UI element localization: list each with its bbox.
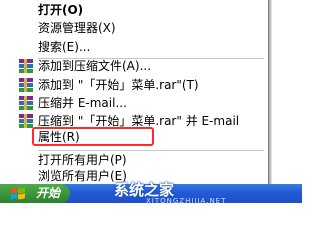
- menu-item-search[interactable]: 搜索(E)...: [4, 38, 268, 56]
- winrar-archive-icon: [19, 59, 33, 73]
- menu-item-explorer[interactable]: 资源管理器(X): [4, 19, 268, 37]
- menu-item-open[interactable]: 打开(O): [4, 1, 268, 19]
- watermark-subtext: XITONGZHIJIA.NET: [146, 197, 227, 205]
- windows-logo-icon: [11, 187, 25, 200]
- menu-item-label: 打开(O): [38, 3, 84, 17]
- highlight-box: [32, 127, 154, 146]
- start-label: 开始: [36, 186, 61, 200]
- menu-item-add-to-rar[interactable]: 添加到 "「开始」菜单.rar"(T): [4, 76, 268, 94]
- context-menu: 打开(O) 资源管理器(X) 搜索(E)... 添加到压缩文件(A)... 添加…: [4, 0, 269, 184]
- menu-item-label: 压缩并 E-mail...: [38, 96, 127, 110]
- menu-item-label: 添加到 "「开始」菜单.rar"(T): [38, 78, 199, 92]
- winrar-archive-icon: [19, 96, 33, 110]
- winrar-archive-icon: [19, 78, 33, 92]
- menu-item-label: 搜索(E)...: [38, 40, 91, 54]
- winrar-archive-icon: [19, 114, 33, 128]
- menu-shadow: [269, 0, 272, 186]
- menu-item-add-to-archive[interactable]: 添加到压缩文件(A)...: [4, 57, 268, 75]
- menu-item-label: 资源管理器(X): [38, 21, 116, 35]
- menu-item-label: 添加到压缩文件(A)...: [38, 59, 152, 73]
- menu-item-compress-email[interactable]: 压缩并 E-mail...: [4, 94, 268, 112]
